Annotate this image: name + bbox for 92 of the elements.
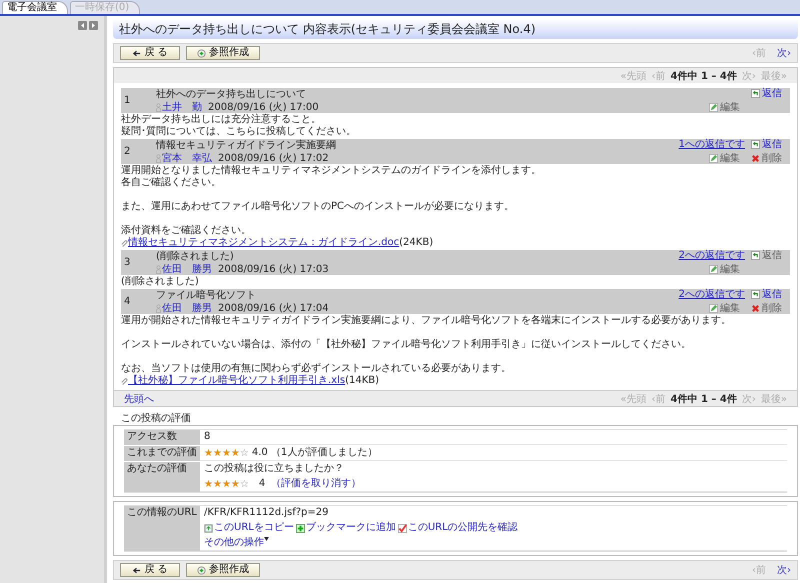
reference-button[interactable]: 参照作成 [186, 563, 260, 577]
dropdown-caret-icon [264, 537, 269, 541]
star-icon: ☆ [240, 448, 249, 458]
post-text: インストールされていない場合は、添付の「【社外秘】ファイル暗号化ソフト利用手引き」に従いインストールしてください。 [121, 339, 692, 351]
page-count: 4件中 1 – 4件 [670, 70, 737, 82]
post-date: 2008/09/16 (火) 17:03 [218, 264, 329, 274]
row-label: これまでの評価 [124, 446, 200, 461]
row-label: あなたの評価 [124, 462, 200, 492]
file-size: (14KB) [345, 375, 380, 387]
question-text: この投稿は役に立ちましたか？ [204, 463, 344, 475]
author-link[interactable]: 佐田 勝男 [162, 264, 212, 274]
star-icon: ★ [222, 448, 231, 458]
post-text: (削除されました) [121, 276, 200, 288]
reply-to-link[interactable]: 2への返信です [678, 289, 745, 300]
plus-icon [296, 524, 305, 532]
more-actions-link[interactable]: その他の操作 [204, 537, 269, 549]
action-link[interactable]: ブックマークに追加 [296, 522, 396, 534]
action-link[interactable]: このURLの公開先を確認 [398, 522, 518, 534]
post-text: 運用が開始された情報セキュリティガイドライン実施要綱により、ファイル暗号化ソフトを各端末にインストールする必要があります。 [121, 315, 732, 327]
back-button[interactable]: 戻 る [120, 563, 180, 577]
cancel-rating-link[interactable]: （評価を取り消す） [271, 478, 362, 490]
post-date: 2008/09/16 (火) 17:02 [218, 152, 329, 164]
post-text: なお、当ソフトは使用の有無に関わらず必ずインストールされている必要があります。 [121, 363, 512, 374]
post-date: 2008/09/16 (火) 17:00 [208, 102, 319, 112]
rating-text: 4.0 （1人が評価しました） [252, 447, 378, 459]
left-arrow-icon[interactable] [78, 21, 87, 30]
url-text: /KFR/KFR1112d.jsf?p=29 [204, 507, 328, 519]
file-size: (24KB) [399, 237, 434, 249]
top-link[interactable]: 先頭へ [124, 392, 154, 406]
post-date: 2008/09/16 (火) 17:04 [218, 302, 329, 314]
pager-link[interactable]: 次› [777, 563, 791, 577]
post-number: 1 [124, 95, 132, 106]
reply-to-link[interactable]: 2への返信です [678, 250, 745, 261]
reply-link[interactable]: 返信 [751, 289, 787, 300]
star-icon: ★ [230, 448, 240, 458]
pencil-icon [709, 304, 718, 313]
left-arrow-icon [132, 48, 142, 58]
pencil-icon [709, 265, 718, 274]
author-link[interactable]: 佐田 勝男 [162, 302, 212, 314]
paperclip-icon [121, 376, 128, 386]
row-label: この情報のURL [124, 506, 200, 551]
author-link[interactable]: 土井 勤 [162, 102, 202, 112]
post-number: 4 [124, 296, 132, 307]
page-count: 4件中 1 – 4件 [670, 392, 737, 406]
reply-icon [751, 290, 760, 299]
post-title: ファイル暗号化ソフト [156, 290, 257, 300]
star-icon: ★ [212, 448, 222, 458]
author-link[interactable]: 宮本 幸弘 [162, 152, 212, 164]
post-title: 情報セキュリティガイドライン実施要綱 [156, 140, 337, 150]
post-number: 3 [124, 257, 132, 268]
star-icon: ★ [222, 478, 231, 490]
pencil-icon [709, 154, 718, 163]
pencil-icon [709, 103, 718, 112]
access-count: 8 [204, 431, 210, 443]
star-icon: ★ [204, 448, 213, 458]
tab[interactable]: 電子会議室 [2, 1, 68, 14]
reference-button[interactable]: 参照作成 [186, 46, 260, 60]
post-text: 運用開始となりました情報セキュリティマネジメントシステムのガイドラインを添付します。 各自ご確認ください。 [121, 165, 542, 189]
left-arrow-icon [132, 566, 142, 574]
reply-icon [751, 251, 760, 260]
reply-icon [751, 89, 760, 98]
reply-to-link[interactable]: 1への返信です [678, 139, 745, 150]
pager-link[interactable]: 次› [777, 46, 791, 60]
star-icon: ★ [204, 478, 213, 490]
post-number: 2 [124, 146, 132, 157]
post-title: 社外へのデータ持ち出しについて [156, 88, 307, 100]
back-button[interactable]: 戻 る [120, 46, 180, 60]
star-icon: ☆ [240, 478, 249, 490]
reply-icon [751, 140, 760, 149]
section-heading: この投稿の評価 [121, 413, 192, 425]
post-text: 社外データ持ち出しには充分注意すること。 疑問･質問については、こちらに投稿してください。 [121, 114, 357, 138]
page-title: 社外へのデータ持ち出しについて 内容表示(セキュリティ委員会会議室 No.4) [113, 19, 798, 39]
checkmark-icon [398, 524, 407, 532]
star-icon: ★ [230, 478, 240, 490]
post-title: (削除されました) [156, 250, 235, 262]
post-text: また、運用にあわせてファイル暗号化ソフトのPCへのインストールが必要になります。 [121, 201, 516, 213]
post-text: 添付資料をご確認ください。 [121, 225, 252, 236]
attachment-link[interactable]: 情報セキュリティマネジメントシステム：ガイドライン.doc [128, 237, 400, 249]
copy-icon [204, 524, 213, 532]
reference-icon [197, 566, 206, 574]
star-icon: ★ [212, 478, 222, 490]
cross-icon [751, 304, 760, 313]
action-link[interactable]: このURLをコピー [204, 522, 294, 534]
attachment-link[interactable]: 【社外秘】ファイル暗号化ソフト利用手引き.xls [128, 375, 346, 387]
reply-link[interactable]: 返信 [751, 139, 787, 150]
right-arrow-icon[interactable] [89, 21, 98, 30]
rating-value: 4 [258, 478, 266, 490]
cross-icon [751, 154, 760, 163]
row-label: アクセス数 [124, 430, 200, 445]
reply-link[interactable]: 返信 [751, 88, 787, 99]
paperclip-icon [121, 238, 128, 248]
reference-icon [197, 48, 206, 58]
